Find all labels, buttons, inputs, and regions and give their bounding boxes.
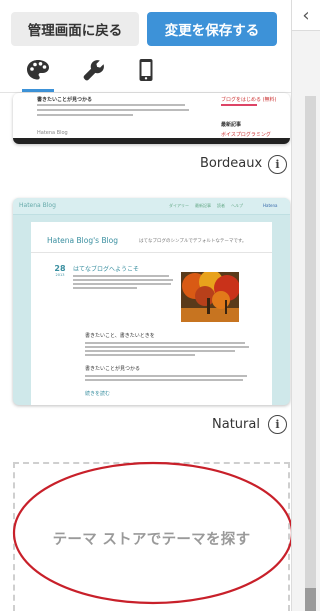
preview-blog-title: Hatena Blog's Blog — [47, 236, 119, 245]
chevron-left-icon: ‹ — [302, 4, 310, 26]
preview-section-heading: 書きたいことが見つかる — [37, 97, 93, 103]
theme-name-bordeaux: Bordeaux — [200, 156, 263, 171]
preview-tagline: はてなブログのシンプルでデフォルトなテーマです。 — [139, 239, 247, 244]
palette-icon — [26, 59, 50, 85]
scrollbar-thumb[interactable] — [305, 588, 316, 611]
preview-site-logo: Hatena Blog — [19, 202, 56, 209]
preview-section-heading: 書きたいこと、書きたいときを — [85, 333, 155, 339]
preview-section-heading: 書きたいことが見つかる — [85, 366, 141, 372]
preview-tag: Hatena Blog — [37, 130, 68, 136]
preview-sidebar-link: ボイスプログラミング — [221, 132, 271, 138]
preview-text-line — [85, 346, 249, 348]
preview-nav-item: 読者 — [217, 203, 225, 208]
smartphone-icon — [138, 58, 154, 86]
preview-text-line — [85, 379, 243, 381]
preview-sidebar-heading: 最新記事 — [221, 122, 242, 128]
preview-sidebar-link: ブログをはじめる (無料) — [221, 97, 277, 103]
preview-text-line — [85, 342, 245, 344]
preview-nav-item: 最新記事 — [195, 203, 211, 208]
info-icon[interactable]: i — [268, 415, 287, 434]
preview-nav-item: ダイアリー — [169, 203, 189, 208]
preview-text-line — [37, 114, 133, 116]
preview-text-line — [85, 375, 247, 377]
preview-text-line — [73, 283, 171, 285]
preview-text-line — [73, 287, 137, 289]
save-changes-button[interactable]: 変更を保存する — [147, 12, 277, 46]
preview-date-month: 2013 — [55, 273, 65, 277]
preview-divider — [31, 252, 272, 253]
theme-thumbnail-bordeaux[interactable]: 書きたいことが見つかる Hatena Blog ブログをはじめる (無料) 最新… — [13, 93, 290, 144]
preview-text-line — [37, 104, 185, 106]
preview-content-card: Hatena Blog's Blog はてなブログのシンプルでデフォルトなテーマ… — [31, 222, 272, 405]
back-to-admin-button[interactable]: 管理画面に戻る — [11, 12, 139, 46]
collapse-panel-button[interactable]: ‹ — [292, 0, 320, 31]
scrollbar-track[interactable] — [305, 96, 316, 588]
tab-bar — [0, 54, 291, 92]
preview-text-line — [85, 350, 235, 352]
wrench-icon — [82, 58, 106, 86]
preview-post-title: はてなブログへようこそ — [73, 266, 140, 273]
preview-text-line — [85, 354, 195, 356]
annotation-ellipse — [12, 461, 294, 605]
preview-text-line — [73, 279, 173, 281]
customizer-header: 管理画面に戻る 変更を保存する — [0, 0, 291, 96]
preview-text-line — [73, 275, 169, 277]
theme-thumbnail-natural[interactable]: Hatena Blog ダイアリー 最新記事 読者 ヘルプ Hatena Hat… — [13, 198, 290, 405]
preview-date-day: 28 — [54, 264, 66, 273]
tab-smartphone[interactable] — [126, 54, 166, 90]
preview-site-header: Hatena Blog ダイアリー 最新記事 読者 ヘルプ Hatena — [13, 198, 290, 215]
theme-name-natural: Natural — [212, 417, 260, 432]
side-panel-edge: ‹ — [291, 0, 320, 611]
preview-nav-item: Hatena — [263, 203, 278, 208]
preview-footer-band — [13, 138, 290, 144]
tab-customize[interactable] — [74, 54, 114, 90]
tab-design[interactable] — [18, 54, 58, 92]
preview-autumn-photo — [181, 272, 239, 322]
preview-nav-item: ヘルプ — [231, 203, 243, 208]
preview-red-line — [221, 104, 257, 106]
info-icon[interactable]: i — [268, 155, 287, 174]
preview-read-more-link: 続きを読む — [85, 391, 111, 397]
preview-date: 28 2013 — [53, 264, 67, 286]
preview-text-line — [37, 109, 189, 111]
